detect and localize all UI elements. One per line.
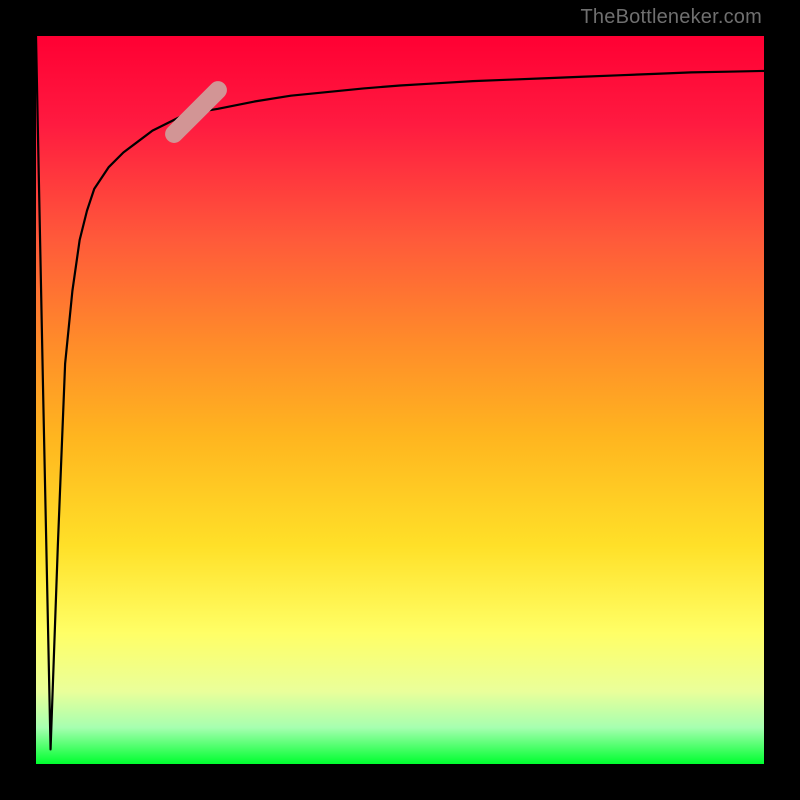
bottleneck-marker: [161, 78, 230, 147]
plot-area: [36, 36, 764, 764]
chart-frame: TheBottleneker.com: [0, 0, 800, 800]
attribution-text: TheBottleneker.com: [581, 6, 762, 29]
curve-svg: [36, 36, 764, 764]
curve-path: [36, 36, 764, 749]
